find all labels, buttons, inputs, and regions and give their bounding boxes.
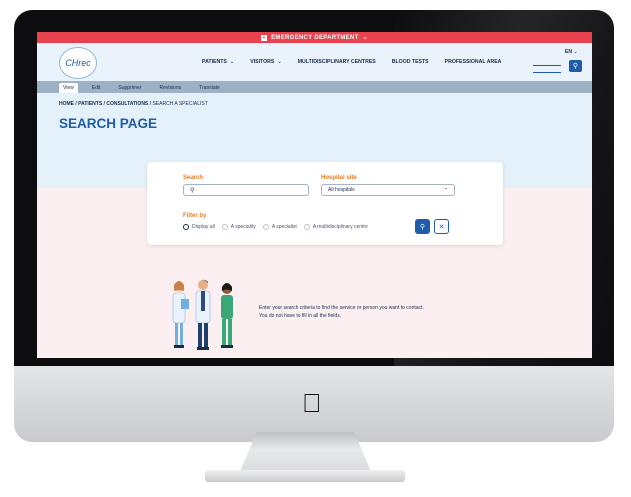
radio-icon [303, 224, 310, 230]
chevron-down-icon: ⌄ [229, 59, 235, 65]
hospital-site-select[interactable]: All hospitals ⌄ [321, 184, 455, 196]
medical-staff-illustration [172, 279, 233, 350]
tab-delete[interactable]: Supprimer [114, 83, 145, 93]
nav-item-professional-area[interactable]: PROFESSIONAL AREA [445, 59, 502, 65]
emergency-bar[interactable]: + EMERGENCY DEPARTMENT ⌄ [37, 32, 592, 43]
search-icon: ⚲ [572, 63, 579, 70]
hint-line-2: You do not have to fill in all the field… [259, 313, 342, 319]
radio-icon [262, 224, 269, 230]
emergency-icon: + [261, 34, 268, 41]
chevron-down-icon: ⌄ [362, 35, 368, 41]
breadcrumb-current: SEARCH A SPECIALIST [152, 101, 208, 107]
hint-line-1: Enter your search criteria to find the s… [259, 305, 424, 311]
search-form-card: Search ⚲ Hospital site All hospitals ⌄ F… [147, 162, 503, 245]
filter-label: Filter by [183, 213, 207, 219]
close-icon: ✕ [438, 223, 445, 231]
breadcrumb-consultations[interactable]: CONSULTATIONS [106, 101, 148, 107]
chevron-down-icon: ⌄ [573, 49, 578, 55]
filter-display-all[interactable]: Display all [183, 224, 215, 230]
reset-button[interactable]: ✕ [434, 219, 449, 234]
page-title: SEARCH PAGE [59, 116, 158, 131]
search-icon: ⚲ [190, 187, 195, 194]
logo-text: CHrec [65, 58, 91, 68]
hospital-site-label: Hospital site [321, 175, 357, 181]
chevron-down-icon: ⌄ [443, 185, 448, 191]
emergency-label: EMERGENCY DEPARTMENT [271, 34, 359, 41]
header-search-button[interactable]: ⚲ [569, 60, 582, 72]
monitor-base [205, 470, 405, 482]
nav-item-patients[interactable]: PATIENTS ⌄ [202, 59, 234, 65]
filter-specialist[interactable]: A specialist [262, 224, 297, 230]
tab-revisions[interactable]: Revisions [155, 83, 185, 93]
nav-item-multidisciplinary-centres[interactable]: MULTIDISCIPLINARY CENTRES [298, 59, 376, 65]
filter-multidisciplinary-centre[interactable]: A multidisciplinary centre [303, 224, 368, 230]
tab-edit[interactable]: Edit [88, 83, 105, 93]
search-input[interactable]: ⚲ [183, 184, 309, 196]
nav-item-blood-tests[interactable]: BLOOD TESTS [392, 59, 429, 65]
doctor-female-figure [172, 281, 189, 348]
nurse-figure [221, 283, 233, 348]
breadcrumb: HOME / PATIENTS / CONSULTATIONS / SEARCH… [59, 101, 208, 107]
search-hint: Enter your search criteria to find the s… [259, 304, 424, 320]
website-screen: + EMERGENCY DEPARTMENT ⌄ CHrec PATIENTS ⌄… [37, 32, 592, 358]
search-label: Search [183, 175, 204, 181]
main-nav: PATIENTS ⌄ VISITORS ⌄ MULTIDISCIPLINARY CE… [202, 59, 501, 65]
site-header: CHrec PATIENTS ⌄ VISITORS ⌄ MULTIDISCIPLIN… [37, 43, 592, 81]
submit-search-button[interactable]: ⚲ [415, 219, 430, 234]
nav-item-visitors[interactable]: VISITORS ⌄ [250, 59, 281, 65]
doctor-male-figure [195, 279, 211, 350]
apple-logo-icon:  [302, 390, 322, 416]
site-logo[interactable]: CHrec [59, 47, 97, 79]
admin-tabs: View Edit Supprimer Revisions Translate [37, 81, 592, 93]
tab-view[interactable]: View [59, 83, 78, 93]
tab-translate[interactable]: Translate [195, 83, 224, 93]
filter-speciality[interactable]: A speciality [221, 224, 256, 230]
radio-icon [221, 224, 228, 230]
menu-icon[interactable] [533, 65, 561, 73]
filter-options: Display all A speciality A specialist A … [183, 224, 368, 230]
chevron-down-icon: ⌄ [277, 59, 282, 65]
language-selector[interactable]: EN ⌄ [565, 49, 578, 55]
breadcrumb-patients[interactable]: PATIENTS [78, 101, 102, 107]
radio-checked-icon [183, 224, 189, 230]
breadcrumb-home[interactable]: HOME [59, 101, 74, 107]
search-icon: ⚲ [419, 223, 426, 231]
